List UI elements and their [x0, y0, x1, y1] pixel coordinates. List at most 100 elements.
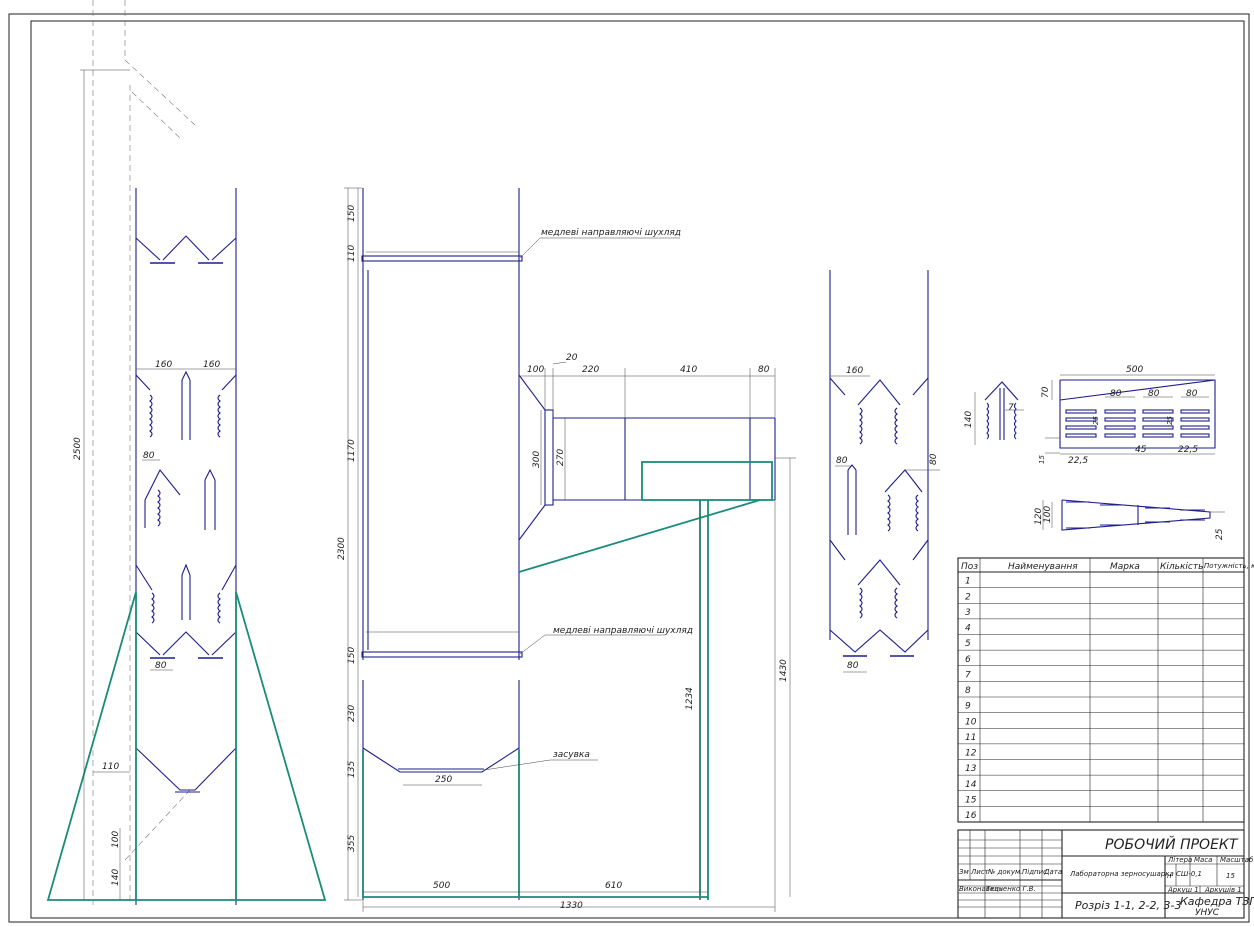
dim-150-b: 150 [347, 647, 357, 664]
dim-100-d: 100 [1043, 506, 1053, 523]
dim-15: 15 [1038, 455, 1046, 464]
dim-270: 270 [556, 449, 566, 466]
spec-row-position: 14 [965, 780, 977, 790]
dim-2500: 2500 [73, 437, 83, 460]
spec-row-position: 16 [965, 811, 977, 821]
detail-tray-plan: 500 70 80 80 80 25 25 15 22,5 45 22,5 [1038, 365, 1216, 466]
dim-20: 20 [566, 353, 578, 363]
dim-110-b: 110 [347, 245, 357, 262]
dim-150-a: 150 [347, 205, 357, 222]
title-project: РОБОЧИЙ ПРОЕКТ [1105, 835, 1239, 853]
dim-100: 100 [111, 831, 121, 848]
dim-25-c: 25 [1215, 528, 1225, 540]
dim-140-b: 140 [964, 411, 974, 428]
dim-610-a: 610 [605, 881, 622, 891]
tb-sheet: Аркуш 1 [1167, 886, 1199, 894]
tb-litera-value: н [1167, 872, 1172, 880]
dim-160-c: 160 [846, 366, 863, 376]
tb-col-doc: № докум. [987, 868, 1023, 876]
dim-80-i: 80 [1186, 389, 1198, 399]
spec-header-power: Потужність, кВт [1204, 562, 1254, 570]
spec-row-position: 10 [965, 717, 977, 727]
tb-designation: Лабораторна зерносушарка СШ-0,1 [1069, 870, 1202, 878]
dim-500-b: 500 [1126, 365, 1143, 375]
dim-220: 220 [582, 365, 599, 375]
spec-row-position: 12 [965, 749, 977, 759]
tb-litera: Літера [1167, 856, 1192, 864]
tb-sheets: Аркушів 1 [1204, 886, 1242, 894]
tb-col-lyst: Лист [970, 868, 990, 876]
spec-row-position: 15 [965, 795, 977, 805]
detail-chevron: 140 7 [964, 381, 1024, 445]
dim-355: 355 [347, 835, 357, 852]
callout-guides-top: медлеві направляючі шухляд [541, 228, 681, 238]
tb-dept-line2: УНУС [1195, 908, 1220, 918]
spec-header-name: Найменування [1008, 562, 1078, 572]
dim-22-5-a: 22,5 [1068, 456, 1088, 466]
spec-header-pos: Поз [961, 562, 978, 572]
spec-row-position: 8 [965, 686, 971, 696]
spec-row-position: 5 [965, 639, 971, 649]
dim-230: 230 [347, 705, 357, 722]
dim-135: 135 [347, 761, 357, 778]
tb-dept-line1: Кафедра ТЗПЗ [1180, 895, 1254, 908]
spec-row-position: 2 [965, 592, 971, 602]
spec-row-position: 9 [965, 702, 971, 712]
dim-22-5-b: 22,5 [1178, 445, 1198, 455]
dim-410: 410 [680, 365, 697, 375]
dim-80-c: 80 [758, 365, 770, 375]
dim-1330: 1330 [560, 901, 583, 911]
spec-row-position: 6 [965, 655, 971, 665]
callout-latch: засувка [553, 750, 590, 760]
dim-2300: 2300 [337, 537, 347, 560]
spec-row-position: 4 [965, 624, 971, 634]
dim-1430: 1430 [779, 659, 789, 682]
dim-140: 140 [111, 869, 121, 886]
tb-author: Ткаченко Г.В. [986, 885, 1036, 893]
dim-160-a: 160 [155, 360, 172, 370]
callout-guides-bottom: медлеві направляючі шухляд [553, 626, 693, 636]
inner-border [30, 20, 1245, 919]
spec-header-mark: Марка [1110, 562, 1140, 572]
dim-80-b: 80 [155, 661, 167, 671]
dim-80-d: 80 [836, 456, 848, 466]
dim-110: 110 [102, 762, 119, 772]
tb-scale: Масштаб [1220, 856, 1254, 864]
dim-25-a: 25 [1092, 416, 1100, 425]
dim-1234: 1234 [685, 687, 695, 710]
outer-border [8, 13, 1250, 923]
dim-7: 7 [1008, 403, 1014, 413]
dim-80-f: 80 [847, 661, 859, 671]
dim-70: 70 [1041, 386, 1051, 398]
tb-sections: Розріз 1-1, 2-2, 3-3 [1075, 899, 1181, 912]
dim-100-c: 100 [527, 365, 544, 375]
dim-80-h: 80 [1148, 389, 1160, 399]
tb-mass: Маса [1194, 856, 1212, 864]
right-section-view: 160 80 80 80 [829, 270, 940, 673]
specification-table: 12345678910111213141516 Поз Найменування… [957, 557, 1254, 823]
dim-80-a: 80 [143, 451, 155, 461]
dim-80-e: 80 [929, 453, 939, 465]
left-section-view: 2500 160 160 80 80 110 100 140 [46, 0, 327, 905]
spec-header-qty: Кількість [1160, 562, 1203, 572]
center-section-view: медлеві направляючі шухляд медлеві напра… [337, 187, 796, 912]
spec-row-position: 11 [965, 733, 976, 743]
dim-80-g: 80 [1110, 389, 1122, 399]
dim-1170: 1170 [347, 439, 357, 462]
spec-row-position: 1 [965, 577, 971, 587]
dim-45: 45 [1135, 445, 1147, 455]
dim-300: 300 [532, 451, 542, 468]
spec-row-position: 13 [965, 764, 977, 774]
tb-col-date: Дата [1043, 868, 1062, 876]
tb-col-zm: Зм [959, 868, 969, 876]
dim-160-b: 160 [203, 360, 220, 370]
detail-tray-side: 120 100 25 [1034, 499, 1225, 540]
dim-250: 250 [435, 775, 452, 785]
drawing-sheet: 2500 160 160 80 80 110 100 140 медлеві н… [8, 0, 1254, 923]
dim-25-b: 25 [1166, 416, 1174, 425]
dim-500-a: 500 [433, 881, 450, 891]
spec-row-position: 7 [965, 670, 971, 680]
title-block: РОБОЧИЙ ПРОЕКТ Зм Лист № докум. Підпис Д… [957, 829, 1254, 919]
tb-scale-value: 15 [1226, 872, 1235, 880]
spec-row-position: 3 [965, 608, 971, 618]
